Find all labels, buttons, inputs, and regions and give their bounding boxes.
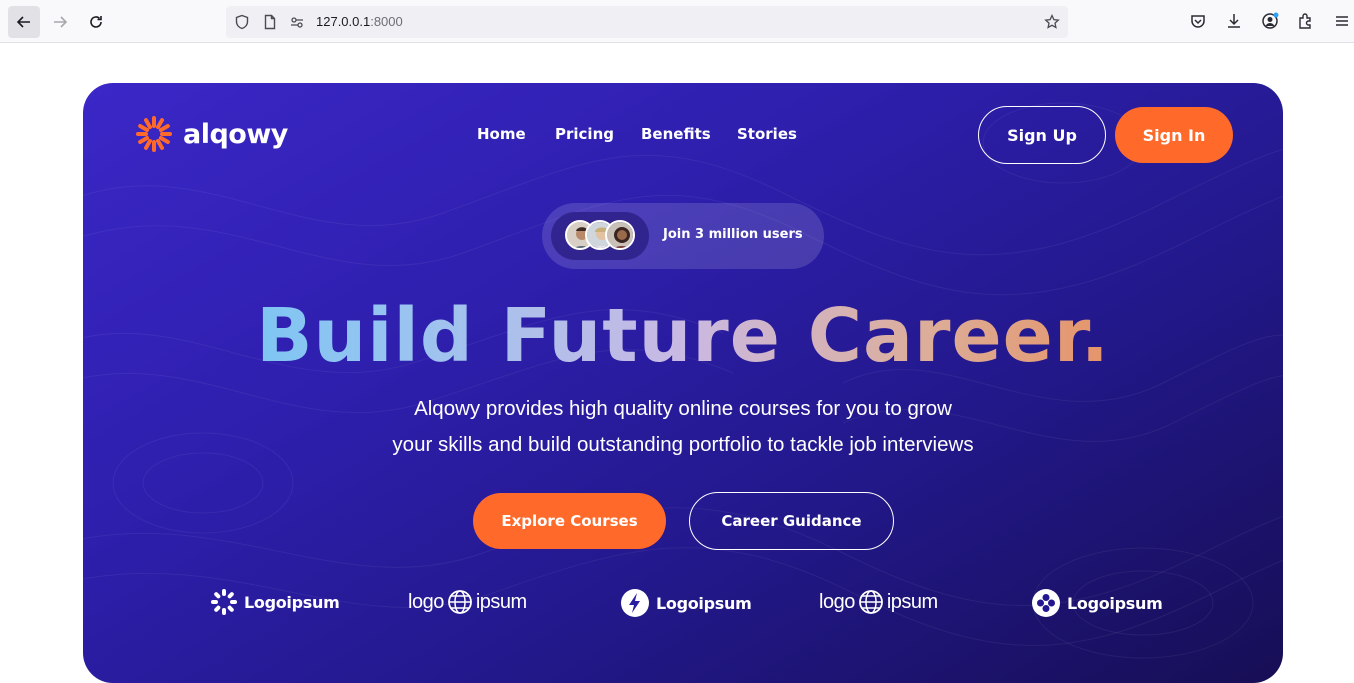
partner-name-right: ipsum bbox=[475, 590, 527, 613]
globe-icon bbox=[858, 590, 883, 614]
hero-title: Build Future Career. bbox=[83, 293, 1283, 379]
sign-in-button[interactable]: Sign In bbox=[1115, 107, 1233, 163]
clover-icon bbox=[1032, 589, 1060, 617]
reload-button[interactable] bbox=[80, 6, 112, 38]
hero-section: alqowy Home Pricing Benefits Stories Sig… bbox=[83, 83, 1283, 683]
sign-up-button[interactable]: Sign Up bbox=[978, 106, 1106, 164]
globe-icon bbox=[447, 590, 472, 614]
career-guidance-button[interactable]: Career Guidance bbox=[689, 492, 894, 550]
permissions-icon[interactable] bbox=[289, 14, 305, 30]
sunburst-logo-icon bbox=[136, 116, 172, 152]
shield-icon[interactable] bbox=[234, 14, 250, 30]
partner-logo: Logoipsum bbox=[1031, 588, 1163, 618]
partner-logo: logo ipsum bbox=[408, 589, 527, 615]
nav-benefits[interactable]: Benefits bbox=[641, 125, 711, 143]
bolt-icon bbox=[621, 589, 649, 617]
brand-name: alqowy bbox=[183, 118, 288, 150]
nav-pricing[interactable]: Pricing bbox=[555, 125, 614, 143]
sunburst-icon bbox=[211, 589, 237, 615]
users-badge-text: Join 3 million users bbox=[663, 227, 803, 242]
pocket-icon[interactable] bbox=[1189, 12, 1207, 30]
partner-name-right: ipsum bbox=[886, 590, 938, 613]
hero-title-word: Career. bbox=[807, 293, 1110, 379]
avatar-group bbox=[551, 212, 649, 260]
partner-logo: logo ipsum bbox=[819, 589, 938, 615]
arrow-left-icon bbox=[16, 16, 30, 28]
nav-home[interactable]: Home bbox=[477, 125, 526, 143]
hero-title-word: Future bbox=[500, 293, 781, 379]
partner-name: Logoipsum bbox=[1067, 593, 1163, 613]
account-icon[interactable] bbox=[1261, 12, 1279, 30]
back-button[interactable] bbox=[8, 6, 40, 38]
url-text[interactable]: 127.0.0.1:8000 bbox=[316, 14, 403, 29]
person-icon bbox=[607, 222, 633, 248]
page-icon[interactable] bbox=[262, 14, 278, 30]
partner-name: Logoipsum bbox=[244, 592, 340, 612]
partner-logo: Logoipsum bbox=[210, 588, 340, 616]
hero-subtitle-line: Alqowy provides high quality online cour… bbox=[414, 397, 952, 420]
browser-toolbar: 127.0.0.1:8000 bbox=[0, 0, 1354, 43]
partner-name: Logoipsum bbox=[656, 593, 752, 613]
explore-courses-button[interactable]: Explore Courses bbox=[473, 493, 666, 549]
hero-subtitle-line: your skills and build outstanding portfo… bbox=[392, 433, 974, 456]
reload-icon bbox=[90, 16, 102, 28]
partner-name-left: logo bbox=[408, 590, 444, 613]
avatar bbox=[605, 220, 635, 250]
url-bar[interactable]: 127.0.0.1:8000 bbox=[226, 6, 1068, 38]
nav-stories[interactable]: Stories bbox=[737, 125, 797, 143]
extensions-icon[interactable] bbox=[1297, 12, 1315, 30]
forward-button[interactable] bbox=[44, 6, 76, 38]
bookmark-star-icon[interactable] bbox=[1044, 14, 1060, 30]
users-badge: Join 3 million users bbox=[542, 203, 824, 269]
url-port: :8000 bbox=[370, 14, 403, 29]
menu-icon[interactable] bbox=[1333, 12, 1351, 30]
partner-name-left: logo bbox=[819, 590, 855, 613]
url-host: 127.0.0.1 bbox=[316, 14, 371, 29]
partner-logo: Logoipsum bbox=[620, 588, 752, 618]
download-icon[interactable] bbox=[1225, 12, 1243, 30]
brand-logo[interactable]: alqowy bbox=[135, 115, 288, 153]
hero-title-word: Build bbox=[256, 293, 474, 379]
arrow-right-icon bbox=[54, 16, 68, 28]
